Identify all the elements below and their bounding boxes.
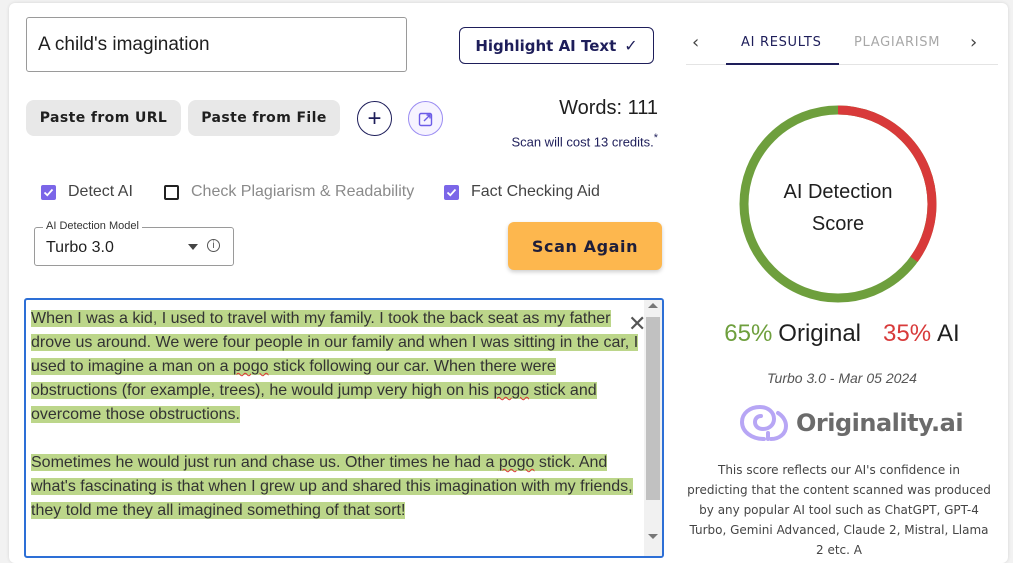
plus-icon: + (367, 104, 382, 132)
highlight-ai-text-label: Highlight AI Text (475, 36, 617, 55)
textarea-scrollbar[interactable] (644, 300, 662, 556)
detect-ai-checkbox[interactable] (41, 184, 56, 200)
tab-ai-results[interactable]: AI RESULTS (741, 35, 822, 50)
add-button[interactable]: + (357, 101, 392, 136)
model-select-value: Turbo 3.0 (46, 239, 114, 256)
tab-plagiarism[interactable]: PLAGIARISM (854, 35, 940, 50)
brain-logo-icon (739, 404, 789, 441)
fact-checking-checkbox[interactable] (444, 184, 459, 200)
scroll-up-icon[interactable] (648, 303, 658, 308)
scan-cost-asterisk: * (653, 132, 658, 144)
model-and-date: Turbo 3.0 - Mar 05 2024 (767, 370, 917, 386)
title-input[interactable] (26, 17, 407, 72)
text-run: Sometimes he would just run and chase us… (31, 454, 499, 471)
paragraph: Sometimes he would just run and chase us… (31, 451, 639, 523)
fact-checking-label: Fact Checking Aid (471, 183, 600, 200)
active-tab-indicator (726, 63, 839, 65)
donut-label: AI Detection Score (758, 176, 918, 240)
ai-percent: 35% (883, 320, 932, 347)
checkmark-icon (43, 188, 54, 196)
originality-logo: Originality.ai (738, 403, 964, 443)
detect-ai-label: Detect AI (68, 183, 133, 200)
highlight-ai-text-button[interactable]: Highlight AI Text ✓ (459, 27, 654, 64)
export-button[interactable] (408, 101, 443, 136)
donut-label-line2: Score (811, 213, 865, 235)
misspelled-word[interactable]: pogo (233, 358, 269, 375)
check-plagiarism-label: Check Plagiarism & Readability (191, 183, 415, 200)
paragraph: When I was a kid, I used to travel with … (31, 307, 639, 427)
word-count: Words: 111 (559, 97, 658, 119)
export-icon (418, 112, 432, 126)
model-select-legend: AI Detection Model (43, 220, 142, 232)
check-icon: ✓ (624, 36, 638, 55)
check-plagiarism-checkbox[interactable] (164, 184, 179, 200)
original-percent: 65% (724, 320, 773, 347)
scrollbar-thumb[interactable] (646, 317, 660, 500)
caret-down-icon[interactable] (188, 244, 198, 250)
scroll-down-icon[interactable] (648, 534, 658, 539)
scan-again-button[interactable]: Scan Again (508, 222, 662, 270)
highlighted-text: Sometimes he would just run and chase us… (31, 454, 633, 519)
option-fact-checking[interactable]: Fact Checking Aid (444, 183, 600, 201)
score-description: This score reflects our AI's confidence … (687, 463, 991, 557)
original-label: Original (778, 320, 861, 347)
scan-cost-text: Scan will cost 13 credits. (511, 134, 654, 150)
scan-cost: Scan will cost 13 credits.* (470, 132, 658, 149)
tab-next-chevron-icon[interactable]: › (970, 32, 977, 53)
info-icon[interactable]: i (207, 239, 220, 252)
score-summary: 65% Original 35% AI (686, 320, 998, 348)
misspelled-word[interactable]: pogo (499, 454, 535, 471)
highlighted-text: When I was a kid, I used to travel with … (31, 310, 639, 423)
paste-from-url-button[interactable]: Paste from URL (26, 100, 181, 136)
donut-label-line1: AI Detection (783, 181, 893, 203)
checkmark-icon (446, 188, 457, 196)
paste-from-file-button[interactable]: Paste from File (188, 100, 340, 136)
tab-prev-chevron-icon[interactable]: ‹ (692, 32, 699, 53)
ai-detection-model-select[interactable]: AI Detection Model Turbo 3.0 i (34, 220, 234, 266)
misspelled-word[interactable]: pogo (493, 382, 529, 399)
option-detect-ai[interactable]: Detect AI (41, 183, 133, 201)
option-check-plagiarism[interactable]: Check Plagiarism & Readability (164, 183, 414, 201)
ai-label: AI (937, 320, 960, 347)
logo-text: Originality.ai (796, 409, 964, 437)
content-textarea[interactable]: When I was a kid, I used to travel with … (24, 298, 664, 558)
content-text[interactable]: When I was a kid, I used to travel with … (31, 307, 639, 547)
